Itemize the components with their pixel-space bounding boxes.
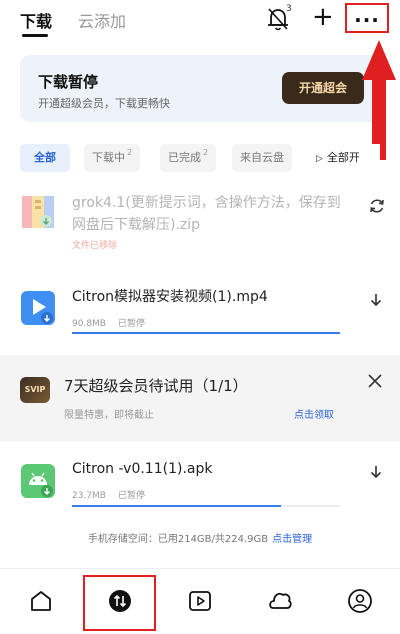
progress-bar xyxy=(72,332,340,334)
zip-archive-icon xyxy=(22,196,54,228)
progress-bar xyxy=(72,505,340,507)
file-meta: 23.7MB 已暂停 xyxy=(72,488,145,501)
home-icon[interactable] xyxy=(27,587,55,615)
filter-label: 下载中 xyxy=(92,151,125,164)
filter-count: 2 xyxy=(127,148,133,157)
file-meta: 90.8MB 已暂停 xyxy=(72,316,145,329)
download-item[interactable]: Citron模拟器安装视频(1).mp4 90.8MB 已暂停 xyxy=(0,286,400,336)
vip-promo-banner: 下载暂停 开通超级会员，下载更畅快 开通超会 xyxy=(20,55,382,122)
download-arrow-icon[interactable] xyxy=(368,464,384,480)
video-play-icon[interactable] xyxy=(186,587,214,615)
download-item[interactable]: Citron -v0.11(1).apk 23.7MB 已暂停 xyxy=(0,460,400,510)
storage-info: 手机存储空间：已用214GB/共224.9GB 点击管理 xyxy=(0,530,400,545)
download-item[interactable]: grok4.1(更新提示词，含操作方法，保存到网盘后下载解压).zip 文件已移… xyxy=(0,192,400,252)
annotation-arrow-icon xyxy=(362,40,396,160)
file-size: 23.7MB xyxy=(72,491,106,501)
file-name: grok4.1(更新提示词，含操作方法，保存到网盘后下载解压).zip xyxy=(72,195,341,233)
banner-subtitle: 开通超级会员，下载更畅快 xyxy=(38,97,170,110)
notification-badge: 3 xyxy=(286,4,292,14)
banner-title: 下载暂停 xyxy=(38,73,99,91)
top-tab-bar: 下载 云添加 3 + ··· xyxy=(0,0,400,44)
active-tab-indicator xyxy=(22,34,48,37)
transfer-tab-highlight xyxy=(83,575,156,631)
more-options-highlight[interactable]: ··· xyxy=(345,3,389,33)
android-apk-icon xyxy=(21,464,55,498)
start-all-button[interactable]: ▷ 全部开 xyxy=(310,144,380,172)
file-size: 90.8MB xyxy=(72,319,106,329)
tab-cloud-add[interactable]: 云添加 xyxy=(78,8,126,32)
claim-link[interactable]: 点击领取 xyxy=(294,406,334,421)
open-vip-button[interactable]: 开通超会 xyxy=(282,72,364,104)
progress-fill xyxy=(72,332,340,334)
file-name: Citron模拟器安装视频(1).mp4 xyxy=(72,289,268,305)
profile-icon[interactable] xyxy=(346,587,374,615)
close-icon[interactable] xyxy=(367,373,383,389)
bottom-nav xyxy=(0,568,400,634)
more-options-icon[interactable]: ··· xyxy=(347,8,387,32)
vip-trial-ad[interactable]: SVIP 7天超级会员待试用（1/1） 限量特惠，即将截止 点击领取 xyxy=(0,355,400,441)
filter-bar: 全部 下载中 2 已完成 2 来自云盘 ▷ 全部开 xyxy=(20,144,400,172)
file-state: 已暂停 xyxy=(117,319,145,329)
filter-completed[interactable]: 已完成 2 xyxy=(160,144,217,172)
storage-text: 手机存储空间：已用214GB/共224.9GB xyxy=(87,534,269,545)
tab-download[interactable]: 下载 xyxy=(20,8,52,32)
refresh-icon[interactable] xyxy=(368,197,386,215)
download-arrow-icon[interactable] xyxy=(368,292,384,308)
file-state: 已暂停 xyxy=(117,491,145,501)
play-icon: ▷ xyxy=(316,154,323,164)
file-status: 文件已移除 xyxy=(72,241,118,251)
filter-all[interactable]: 全部 xyxy=(20,144,70,172)
file-name: Citron -v0.11(1).apk xyxy=(72,461,213,477)
svip-badge-icon: SVIP xyxy=(20,377,50,403)
video-file-icon xyxy=(21,291,55,325)
filter-from-cloud[interactable]: 来自云盘 xyxy=(232,144,292,172)
filter-label: 已完成 xyxy=(168,151,201,164)
filter-downloading[interactable]: 下载中 2 xyxy=(84,144,141,172)
manage-storage-link[interactable]: 点击管理 xyxy=(272,534,312,545)
ad-title: 7天超级会员待试用（1/1） xyxy=(64,377,248,395)
start-all-label: 全部开 xyxy=(326,151,360,164)
progress-fill xyxy=(72,505,282,507)
cloud-icon[interactable] xyxy=(266,587,294,615)
filter-count: 2 xyxy=(203,148,209,157)
ad-subtitle: 限量特惠，即将截止 xyxy=(64,410,154,421)
add-button[interactable]: + xyxy=(312,4,334,30)
